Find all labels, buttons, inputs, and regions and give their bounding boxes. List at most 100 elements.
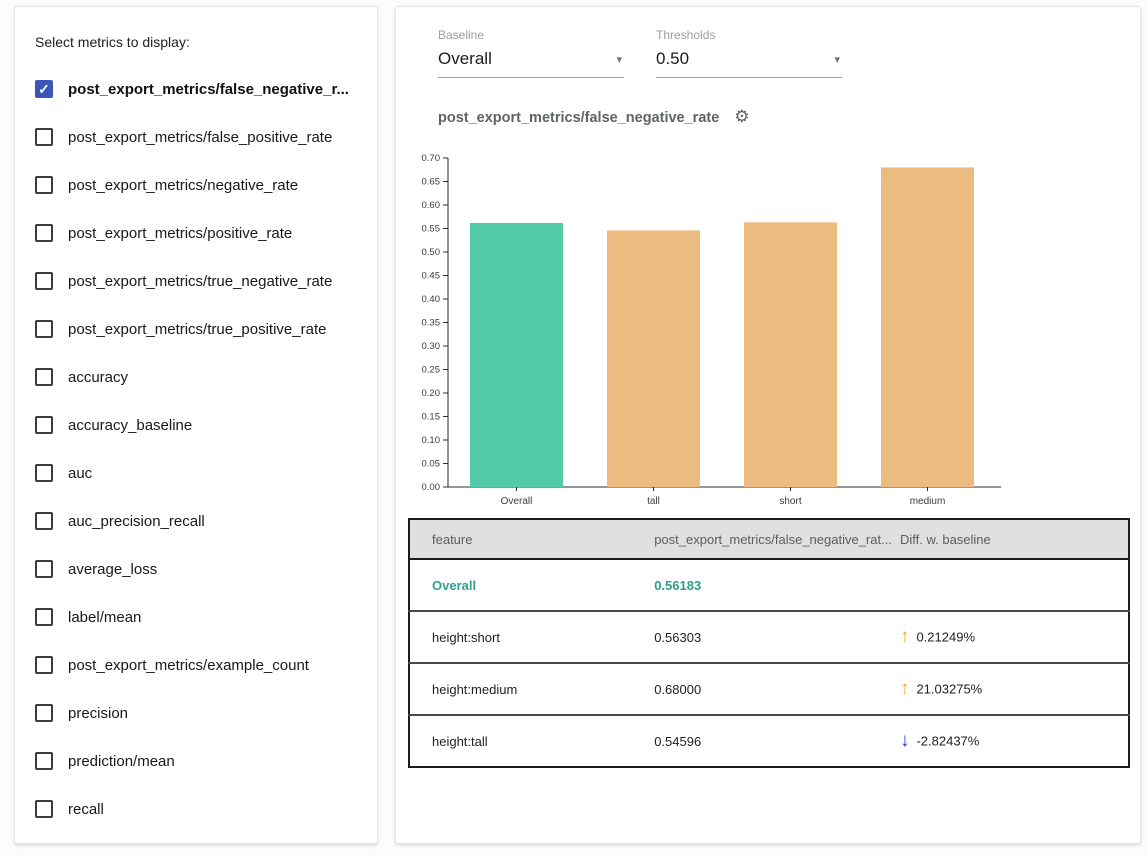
cell-feature: height:medium xyxy=(409,663,654,715)
y-axis-tick-label: 0.70 xyxy=(422,153,441,164)
metric-checkbox-item[interactable]: ✓ accuracy xyxy=(15,353,377,401)
checkbox-unchecked-icon: ✓ xyxy=(35,272,53,290)
metric-list: ✓ post_export_metrics/false_negative_r...… xyxy=(15,65,377,833)
metric-checkbox-item[interactable]: ✓ post_export_metrics/example_count xyxy=(15,641,377,689)
panel-title: Select metrics to display: xyxy=(35,34,190,50)
metric-label: post_export_metrics/false_negative_r... xyxy=(68,81,349,98)
checkbox-unchecked-icon: ✓ xyxy=(35,752,53,770)
thresholds-dropdown[interactable]: Thresholds 0.50 ▾ xyxy=(656,28,842,78)
checkbox-unchecked-icon: ✓ xyxy=(35,560,53,578)
metric-label: auc xyxy=(68,465,92,482)
gear-icon[interactable]: ⚙ xyxy=(734,109,749,126)
checkbox-unchecked-icon: ✓ xyxy=(35,800,53,818)
checkbox-unchecked-icon: ✓ xyxy=(35,224,53,242)
metric-label: prediction/mean xyxy=(68,753,175,770)
y-axis-tick-label: 0.20 xyxy=(422,388,441,399)
metric-checkbox-item[interactable]: ✓auc_precision_recall xyxy=(15,497,377,545)
checkbox-unchecked-icon: ✓ xyxy=(35,656,53,674)
thresholds-label: Thresholds xyxy=(656,28,842,42)
cell-metric-value: 0.56303 xyxy=(654,611,892,663)
metric-checkbox-item[interactable]: ✓label/mean xyxy=(15,593,377,641)
y-axis-tick-label: 0.55 xyxy=(422,224,441,235)
metric-label: post_export_metrics/positive_rate xyxy=(68,225,292,242)
metric-label: post_export_metrics/true_negative_rate xyxy=(68,273,332,290)
metric-selector-panel: Select metrics to display: ✓post_export_… xyxy=(14,6,378,844)
metric-label: auc_precision_recall xyxy=(68,513,205,530)
diff-percentage: 0.21249% xyxy=(916,630,975,645)
bar-tall[interactable] xyxy=(607,230,700,487)
metric-checkbox-item[interactable]: ✓ post_export_metrics/false_negative_r... xyxy=(15,65,377,113)
metric-checkbox-item[interactable]: ✓ post_export_metrics/false_positive_rate xyxy=(15,113,377,161)
metric-label: post_export_metrics/example_count xyxy=(68,657,309,674)
y-axis-tick-label: 0.10 xyxy=(422,435,441,446)
chart-title: post_export_metrics/false_negative_rate xyxy=(438,110,719,126)
arrow-down-icon: ↓ xyxy=(900,730,910,751)
metric-checkbox-item[interactable]: ✓ average_loss xyxy=(15,545,377,593)
checkbox-unchecked-icon: ✓ xyxy=(35,608,53,626)
y-axis-tick-label: 0.40 xyxy=(422,294,441,305)
table-row: Overall0.56183 xyxy=(409,559,1129,611)
y-axis-tick-label: 0.50 xyxy=(422,247,441,258)
table-row: height:tall0.54596 ↓ -2.82437% xyxy=(409,715,1129,767)
checkbox-unchecked-icon: ✓ xyxy=(35,368,53,386)
thresholds-value: 0.50 ▾ xyxy=(656,47,842,78)
y-axis-tick-label: 0.00 xyxy=(422,482,441,493)
y-axis-tick-label: 0.30 xyxy=(422,341,441,352)
cell-feature: height:short xyxy=(409,611,654,663)
metric-checkbox-item[interactable]: ✓ auc xyxy=(15,449,377,497)
x-axis-tick-label: medium xyxy=(910,496,946,507)
metric-checkbox-item[interactable]: ✓ post_export_metrics/positive_rate xyxy=(15,209,377,257)
metric-label: recall xyxy=(68,801,104,818)
header-metric-value: post_export_metrics/false_negative_rat..… xyxy=(654,519,892,559)
metric-label: average_loss xyxy=(68,561,157,578)
baseline-value: Overall ▾ xyxy=(438,47,624,78)
cell-metric-value: 0.54596 xyxy=(654,715,892,767)
bar-short[interactable] xyxy=(744,222,837,487)
cell-diff: ↑ 21.03275% xyxy=(892,663,1129,715)
cell-feature: height:tall xyxy=(409,715,654,767)
cell-metric-value: 0.68000 xyxy=(654,663,892,715)
table-row: height:medium0.68000 ↑ 21.03275% xyxy=(409,663,1129,715)
bar-medium[interactable] xyxy=(881,167,974,487)
cell-diff xyxy=(892,559,1129,611)
metric-label: post_export_metrics/true_positive_rate xyxy=(68,321,326,338)
metric-checkbox-item[interactable]: ✓accuracy_baseline xyxy=(15,401,377,449)
cell-feature: Overall xyxy=(409,559,654,611)
table-row: height:short0.56303↑0.21249% xyxy=(409,611,1129,663)
header-feature: feature xyxy=(409,519,654,559)
metric-checkbox-item[interactable]: ✓ post_export_metrics/true_positive_rate xyxy=(15,305,377,353)
metric-checkbox-item[interactable]: ✓ post_export_metrics/true_negative_rate xyxy=(15,257,377,305)
y-axis-tick-label: 0.60 xyxy=(422,200,441,211)
checkbox-unchecked-icon: ✓ xyxy=(35,320,53,338)
checkbox-checked-icon: ✓ xyxy=(35,80,53,98)
cell-diff: ↑0.21249% xyxy=(892,611,1129,663)
baseline-dropdown[interactable]: Baseline Overall ▾ xyxy=(438,28,624,78)
y-axis-tick-label: 0.45 xyxy=(422,271,441,282)
metric-checkbox-item[interactable]: ✓ recall xyxy=(15,785,377,833)
x-axis-tick-label: tall xyxy=(647,496,660,507)
bar-chart: 0.000.050.100.150.200.250.300.350.400.45… xyxy=(416,149,1016,511)
metric-checkbox-item[interactable]: ✓post_export_metrics/negative_rate xyxy=(15,161,377,209)
checkbox-unchecked-icon: ✓ xyxy=(35,176,53,194)
diff-percentage: -2.82437% xyxy=(916,734,979,749)
y-axis-tick-label: 0.25 xyxy=(422,365,441,376)
arrow-up-icon: ↑ xyxy=(900,678,910,699)
checkbox-unchecked-icon: ✓ xyxy=(35,128,53,146)
y-axis-tick-label: 0.15 xyxy=(422,412,441,423)
checkbox-unchecked-icon: ✓ xyxy=(35,464,53,482)
metric-label: accuracy_baseline xyxy=(68,417,192,434)
diff-percentage: 21.03275% xyxy=(916,682,982,697)
metrics-table: feature post_export_metrics/false_negati… xyxy=(408,518,1130,768)
results-panel: Baseline Overall ▾ Thresholds 0.50 ▾ pos… xyxy=(395,6,1141,844)
y-axis-tick-label: 0.65 xyxy=(422,177,441,188)
table-header-row: feature post_export_metrics/false_negati… xyxy=(409,519,1129,559)
chart-title-row: post_export_metrics/false_negative_rate … xyxy=(438,109,750,126)
metric-label: accuracy xyxy=(68,369,128,386)
header-diff: Diff. w. baseline xyxy=(892,519,1129,559)
metric-checkbox-item[interactable]: ✓precision xyxy=(15,689,377,737)
cell-diff: ↓ -2.82437% xyxy=(892,715,1129,767)
check-icon: ✓ xyxy=(37,81,51,95)
metric-checkbox-item[interactable]: ✓ prediction/mean xyxy=(15,737,377,785)
metric-label: post_export_metrics/false_positive_rate xyxy=(68,129,332,146)
bar-Overall[interactable] xyxy=(470,223,563,487)
